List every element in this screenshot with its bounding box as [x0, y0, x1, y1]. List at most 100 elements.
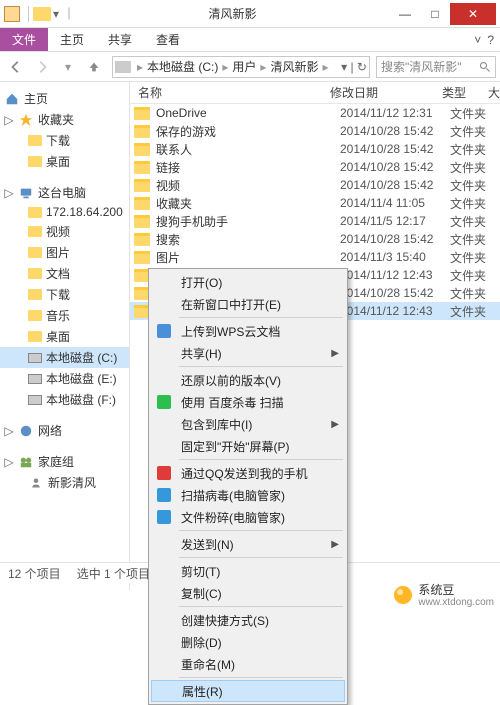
address-bar[interactable]: ▸ 本地磁盘 (C:) ▸ 用户 ▸ 清风新影 ▸ ▾ | ↻ — [112, 56, 370, 78]
minimize-button[interactable]: — — [390, 3, 420, 25]
sidebar-this-pc[interactable]: ▷这台电脑 — [0, 182, 129, 203]
folder-icon — [28, 226, 42, 237]
file-row[interactable]: OneDrive2014/11/12 12:31文件夹 — [130, 104, 500, 122]
up-button[interactable] — [82, 55, 106, 79]
ribbon-expand-icon[interactable]: ˅ — [474, 33, 481, 47]
file-row[interactable]: 链接2014/10/28 15:42文件夹 — [130, 158, 500, 176]
context-menu-item[interactable]: 扫描病毒(电脑管家) — [151, 484, 345, 506]
close-button[interactable]: ✕ — [450, 3, 496, 25]
col-size[interactable]: 大 — [480, 84, 500, 101]
folder-icon — [28, 247, 42, 258]
context-menu-item[interactable]: 重命名(M) — [151, 653, 345, 675]
sidebar-main[interactable]: 主页 — [0, 88, 129, 109]
file-row[interactable]: 收藏夹2014/11/4 11:05文件夹 — [130, 194, 500, 212]
sidebar-pc-item[interactable]: 172.18.64.200 — [0, 203, 129, 221]
submenu-arrow-icon: ▶ — [331, 539, 339, 550]
sidebar-pc-item[interactable]: 下载 — [0, 284, 129, 305]
column-header[interactable]: 名称 修改日期 类型 大 — [130, 82, 500, 104]
watermark-url: www.xtdong.com — [418, 598, 494, 608]
nav-bar: ▾ ▸ 本地磁盘 (C:) ▸ 用户 ▸ 清风新影 ▸ ▾ | ↻ 搜索"清风新… — [0, 52, 500, 82]
context-menu-item[interactable]: 共享(H)▶ — [151, 342, 345, 364]
sidebar-fav-item[interactable]: 桌面 — [0, 151, 129, 172]
sidebar-favorites[interactable]: ▷收藏夹 — [0, 109, 129, 130]
ribbon-bar: 文件 主页 共享 查看 ˅ ? — [0, 28, 500, 52]
tab-home[interactable]: 主页 — [48, 28, 96, 51]
file-row[interactable]: 图片2014/11/3 15:40文件夹 — [130, 248, 500, 266]
sidebar-pc-item[interactable]: 图片 — [0, 242, 129, 263]
context-menu: 打开(O)在新窗口中打开(E) 上传到WPS云文档共享(H)▶ 还原以前的版本(V)… — [148, 268, 348, 705]
context-menu-item[interactable]: 还原以前的版本(V) — [151, 369, 345, 391]
sidebar-pc-item[interactable]: 本地磁盘 (C:) — [0, 347, 129, 368]
sidebar-homegroup[interactable]: ▷家庭组 — [0, 451, 129, 472]
sidebar-homegroup-user[interactable]: 新影清风 — [0, 472, 129, 493]
tab-file[interactable]: 文件 — [0, 28, 48, 51]
context-menu-item[interactable]: 在新窗口中打开(E) — [151, 293, 345, 315]
title-bar: ▾ ｜ 清风新影 — □ ✕ — [0, 0, 500, 28]
folder-icon — [28, 156, 42, 167]
drive-icon — [28, 395, 42, 405]
crumb-current[interactable]: 清风新影 — [268, 58, 320, 75]
watermark-name: 系统豆 — [418, 583, 454, 597]
sidebar-pc-item[interactable]: 本地磁盘 (E:) — [0, 368, 129, 389]
folder-icon — [134, 179, 150, 192]
sidebar-fav-item[interactable]: 下载 — [0, 130, 129, 151]
context-menu-item[interactable]: 复制(C) — [151, 582, 345, 604]
tab-share[interactable]: 共享 — [96, 28, 144, 51]
back-button[interactable] — [4, 55, 28, 79]
drive-icon — [115, 61, 131, 73]
context-menu-item[interactable]: 通过QQ发送到我的手机 — [151, 462, 345, 484]
submenu-arrow-icon: ▶ — [331, 419, 339, 430]
file-row[interactable]: 搜索2014/10/28 15:42文件夹 — [130, 230, 500, 248]
forward-button[interactable] — [30, 55, 54, 79]
context-menu-item[interactable]: 删除(D) — [151, 631, 345, 653]
context-menu-item[interactable]: 固定到"开始"屏幕(P) — [151, 435, 345, 457]
context-menu-item[interactable]: 发送到(N)▶ — [151, 533, 345, 555]
folder-icon — [33, 7, 51, 21]
crumb-root[interactable]: 本地磁盘 (C:) — [145, 58, 220, 75]
context-menu-item[interactable]: 文件粉碎(电脑管家) — [151, 506, 345, 528]
file-row[interactable]: 联系人2014/10/28 15:42文件夹 — [130, 140, 500, 158]
watermark: 系统豆 www.xtdong.com — [394, 581, 494, 608]
drive-icon — [28, 374, 42, 384]
drive-icon — [28, 353, 42, 363]
folder-icon — [28, 289, 42, 300]
context-menu-item[interactable]: 剪切(T) — [151, 560, 345, 582]
help-button[interactable]: ? — [487, 33, 494, 47]
sidebar-pc-item[interactable]: 本地磁盘 (F:) — [0, 389, 129, 410]
sidebar-pc-item[interactable]: 音乐 — [0, 305, 129, 326]
context-menu-item[interactable]: 上传到WPS云文档 — [151, 320, 345, 342]
file-row[interactable]: 视频2014/10/28 15:42文件夹 — [130, 176, 500, 194]
crumb-users[interactable]: 用户 — [230, 58, 258, 75]
col-type[interactable]: 类型 — [434, 84, 480, 101]
file-row[interactable]: 保存的游戏2014/10/28 15:42文件夹 — [130, 122, 500, 140]
sidebar-network[interactable]: ▷网络 — [0, 420, 129, 441]
menu-item-icon — [155, 508, 173, 526]
maximize-button[interactable]: □ — [420, 3, 450, 25]
watermark-logo — [394, 586, 412, 604]
search-icon — [479, 61, 491, 73]
tab-view[interactable]: 查看 — [144, 28, 192, 51]
col-date[interactable]: 修改日期 — [322, 84, 434, 101]
context-menu-item[interactable]: 使用 百度杀毒 扫描 — [151, 391, 345, 413]
folder-icon — [134, 125, 150, 138]
menu-item-icon — [155, 486, 173, 504]
sidebar-pc-item[interactable]: 文档 — [0, 263, 129, 284]
sidebar-pc-item[interactable]: 桌面 — [0, 326, 129, 347]
folder-icon — [134, 197, 150, 210]
sidebar-pc-item[interactable]: 视频 — [0, 221, 129, 242]
file-row[interactable]: 搜狗手机助手2014/11/5 12:17文件夹 — [130, 212, 500, 230]
context-menu-item[interactable]: 包含到库中(I)▶ — [151, 413, 345, 435]
context-menu-item[interactable]: 打开(O) — [151, 271, 345, 293]
sidebar: 主页 ▷收藏夹 下载桌面 ▷这台电脑 172.18.64.200视频图片文档下载… — [0, 82, 130, 590]
folder-icon — [134, 215, 150, 228]
search-input[interactable]: 搜索"清风新影" — [376, 56, 496, 78]
context-menu-item[interactable]: 属性(R) — [151, 680, 345, 702]
folder-icon — [134, 107, 150, 120]
app-icon — [4, 6, 20, 22]
search-placeholder: 搜索"清风新影" — [381, 58, 462, 75]
folder-icon — [134, 233, 150, 246]
recent-dropdown[interactable]: ▾ — [56, 55, 80, 79]
menu-item-icon — [155, 322, 173, 340]
col-name[interactable]: 名称 — [130, 84, 322, 101]
context-menu-item[interactable]: 创建快捷方式(S) — [151, 609, 345, 631]
